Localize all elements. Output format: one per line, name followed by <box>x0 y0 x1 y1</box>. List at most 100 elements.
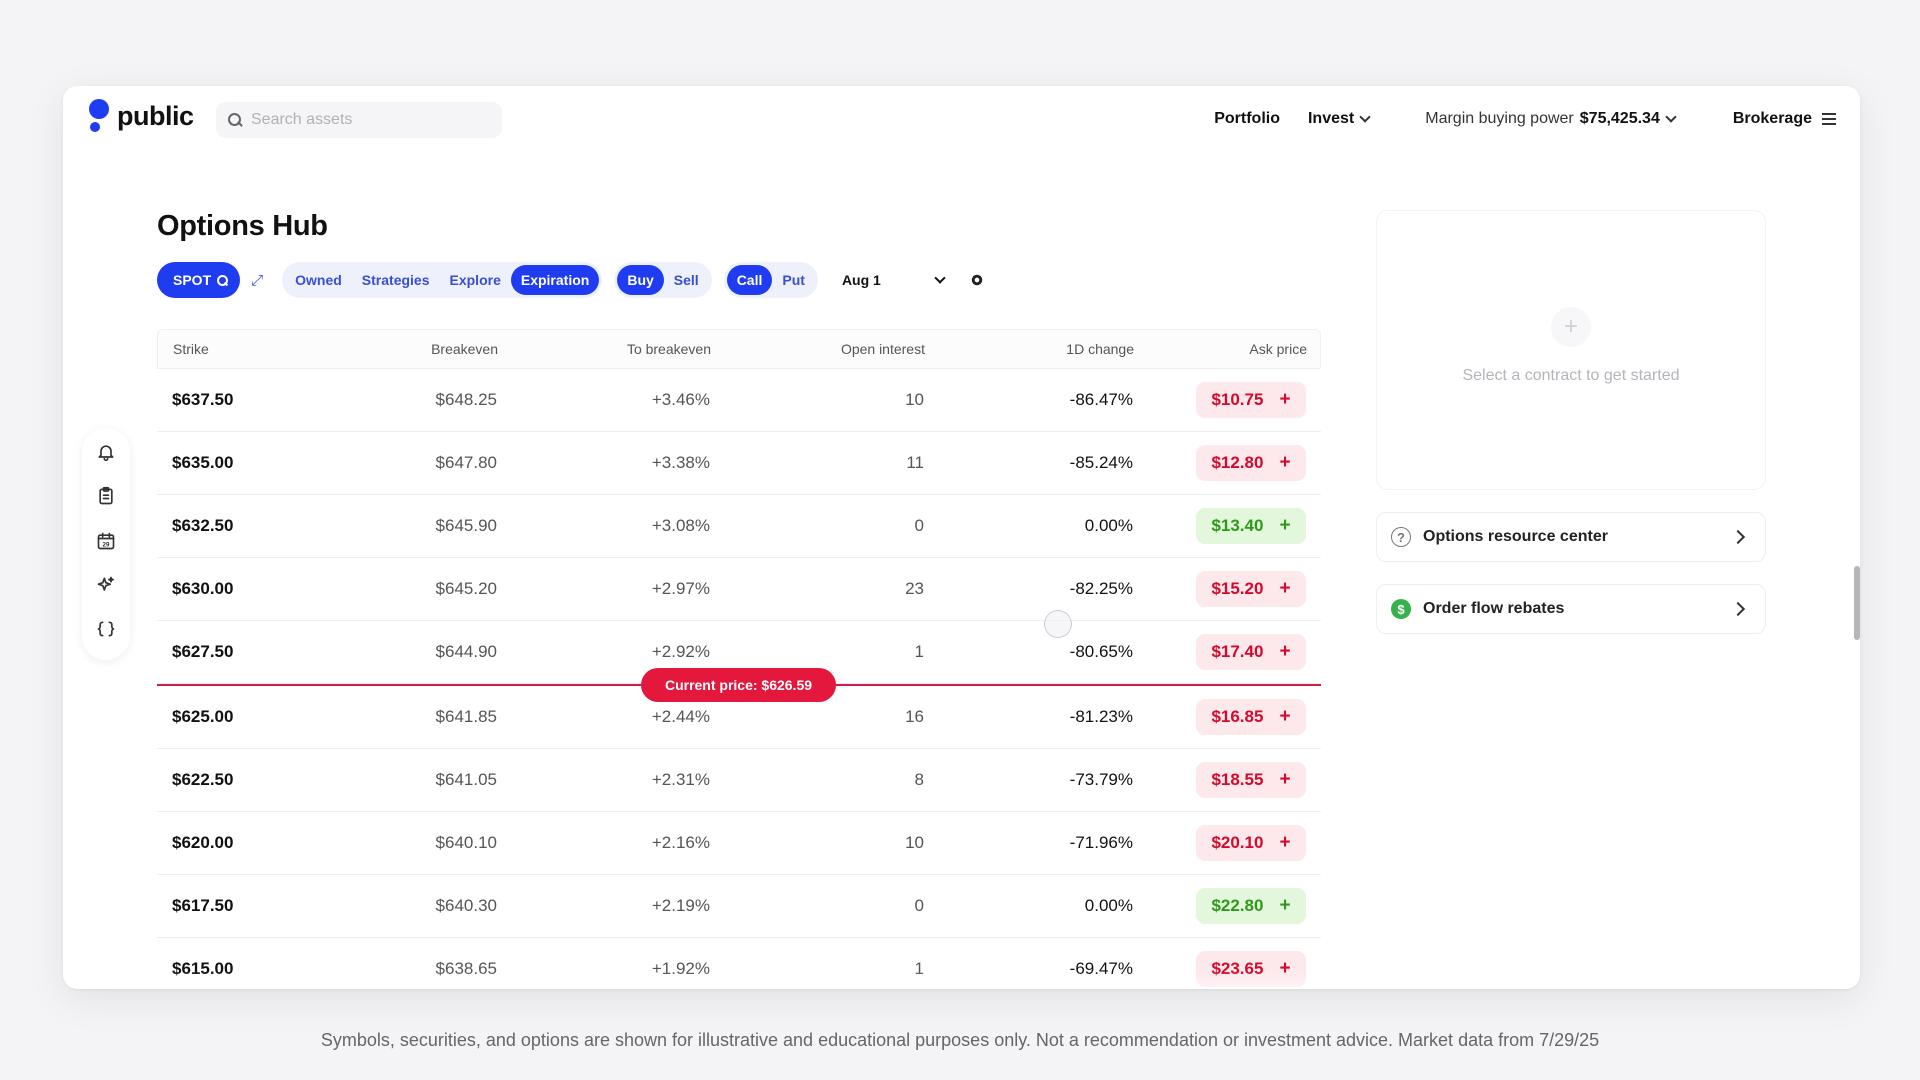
open-interest-cell: 10 <box>905 390 924 409</box>
ask-price-button[interactable]: $10.75 + <box>1196 382 1306 418</box>
strike-cell: $615.00 <box>172 959 234 978</box>
plus-icon: + <box>1279 769 1291 790</box>
public-logo[interactable]: public <box>89 99 194 133</box>
table-header: Strike Breakeven To breakeven Open inter… <box>157 329 1321 369</box>
strike-cell: $630.00 <box>172 579 234 598</box>
table-row[interactable]: $632.50 $645.90 +3.08% 0 0.00% $13.40 + <box>157 495 1321 558</box>
tab-strategies[interactable]: Strategies <box>352 265 440 295</box>
rail-ai-button[interactable] <box>91 571 121 598</box>
order-flow-rebates-link[interactable]: $ Order flow rebates <box>1376 584 1766 634</box>
table-row[interactable]: $622.50 $641.05 +2.31% 8 -73.79% $18.55 + <box>157 749 1321 812</box>
side-toggle: Buy Sell <box>614 262 712 298</box>
dollar-circle-icon: $ <box>1391 599 1411 619</box>
nav-invest-dropdown[interactable]: Invest <box>1308 110 1371 128</box>
breakeven-cell: $648.25 <box>435 390 497 409</box>
ask-cell: $18.55 + <box>1133 762 1306 798</box>
rail-developer-button[interactable] <box>91 616 121 643</box>
change-cell: -71.96% <box>1069 833 1133 852</box>
page-scrollbar[interactable] <box>1854 566 1860 640</box>
column-header-breakeven[interactable]: Breakeven <box>348 341 498 357</box>
call-toggle[interactable]: Call <box>726 265 773 295</box>
gear-icon <box>971 274 983 286</box>
to-breakeven-cell: +3.46% <box>651 390 710 409</box>
tab-expiration[interactable]: Expiration <box>510 265 600 295</box>
ask-cell: $12.80 + <box>1133 445 1306 481</box>
sparkle-icon <box>97 576 114 591</box>
search-icon <box>217 274 229 286</box>
ask-price-value: $17.40 <box>1211 642 1264 661</box>
symbol-selector-button[interactable]: SPOT <box>157 262 241 298</box>
expiration-date-select[interactable]: Aug 1 <box>834 262 952 298</box>
logo-text: public <box>117 100 194 131</box>
ask-price-value: $10.75 <box>1211 390 1264 409</box>
table-row[interactable]: $617.50 $640.30 +2.19% 0 0.00% $22.80 + <box>157 875 1321 938</box>
breakeven-cell: $640.30 <box>435 896 497 915</box>
column-header-open-interest[interactable]: Open interest <box>711 341 925 357</box>
current-price-line: Current price: $626.59 <box>157 668 1321 702</box>
ask-price-button[interactable]: $13.40 + <box>1196 508 1306 544</box>
nav-portfolio[interactable]: Portfolio <box>1214 110 1280 128</box>
expand-button[interactable]: ⤢ <box>242 262 272 298</box>
ask-price-button[interactable]: $18.55 + <box>1196 762 1306 798</box>
rows-below-price: $625.00 $641.85 +2.44% 16 -81.23% $16.85 + $622… <box>157 686 1321 989</box>
table-row[interactable]: $630.00 $645.20 +2.97% 23 -82.25% $15.20 + <box>157 558 1321 621</box>
brokerage-menu[interactable]: Brokerage <box>1733 110 1836 128</box>
sell-toggle[interactable]: Sell <box>664 265 709 295</box>
ask-price-value: $22.80 <box>1211 896 1264 915</box>
column-header-strike[interactable]: Strike <box>158 341 348 357</box>
put-toggle[interactable]: Put <box>772 265 815 295</box>
options-resource-center-link[interactable]: ? Options resource center <box>1376 512 1766 562</box>
search-input[interactable] <box>251 111 481 129</box>
strike-cell: $632.50 <box>172 516 234 535</box>
rail-alerts-button[interactable] <box>91 438 121 465</box>
ask-price-button[interactable]: $15.20 + <box>1196 571 1306 607</box>
ask-price-button[interactable]: $20.10 + <box>1196 825 1306 861</box>
ask-cell: $23.65 + <box>1133 951 1306 987</box>
change-cell: -86.47% <box>1069 390 1133 409</box>
table-row[interactable]: $635.00 $647.80 +3.38% 11 -85.24% $12.80 + <box>157 432 1321 495</box>
rail-calendar-button[interactable]: 29 <box>91 527 121 554</box>
disclaimer-text: Symbols, securities, and options are sho… <box>320 1030 1600 1050</box>
buy-toggle[interactable]: Buy <box>617 265 664 295</box>
ask-price-button[interactable]: $23.65 + <box>1196 951 1306 987</box>
ask-price-button[interactable]: $17.40 + <box>1196 634 1306 670</box>
help-circle-icon: ? <box>1391 527 1411 547</box>
clipboard-icon <box>99 486 113 505</box>
tab-owned[interactable]: Owned <box>285 265 352 295</box>
breakeven-cell: $647.80 <box>435 453 497 472</box>
column-header-ask-price[interactable]: Ask price <box>1134 341 1307 357</box>
strike-cell: $637.50 <box>172 390 234 409</box>
strike-cell: $617.50 <box>172 896 234 915</box>
settings-button[interactable] <box>962 262 992 298</box>
contract-detail-card: + Select a contract to get started <box>1376 210 1766 490</box>
to-breakeven-cell: +2.31% <box>651 770 710 789</box>
column-header-to-breakeven[interactable]: To breakeven <box>498 341 711 357</box>
breakeven-cell: $641.05 <box>435 770 497 789</box>
view-tabs: Owned Strategies Explore Expiration <box>282 262 603 298</box>
ask-price-button[interactable]: $16.85 + <box>1196 699 1306 735</box>
open-interest-cell: 1 <box>914 642 924 661</box>
table-row[interactable]: $615.00 $638.65 +1.92% 1 -69.47% $23.65 + <box>157 938 1321 989</box>
rail-orders-button[interactable] <box>91 482 121 509</box>
plus-icon: + <box>1279 958 1291 979</box>
margin-buying-power-dropdown[interactable]: Margin buying power $75,425.34 <box>1425 110 1677 128</box>
column-header-1d-change[interactable]: 1D change <box>925 341 1134 357</box>
order-flow-label: Order flow rebates <box>1423 600 1565 617</box>
plus-icon: + <box>1279 641 1291 662</box>
table-row[interactable]: $620.00 $640.10 +2.16% 10 -71.96% $20.10 + <box>157 812 1321 875</box>
ask-price-button[interactable]: $12.80 + <box>1196 445 1306 481</box>
tab-explore[interactable]: Explore <box>440 265 511 295</box>
to-breakeven-cell: +3.08% <box>651 516 710 535</box>
search-bar[interactable] <box>216 102 502 138</box>
logo-mark-icon <box>89 99 109 133</box>
margin-value: $75,425.34 <box>1579 110 1660 127</box>
rows-above-price: $637.50 $648.25 +3.46% 10 -86.47% $10.75 + $635… <box>157 369 1321 684</box>
chevron-right-icon <box>1730 601 1746 617</box>
margin-label: Margin buying power <box>1425 110 1574 127</box>
chevron-down-icon <box>1665 110 1677 123</box>
ask-price-button[interactable]: $22.80 + <box>1196 888 1306 924</box>
breakeven-cell: $645.20 <box>435 579 497 598</box>
bell-icon <box>98 445 114 461</box>
left-tool-rail: 29 <box>82 428 130 660</box>
table-row[interactable]: $637.50 $648.25 +3.46% 10 -86.47% $10.75 + <box>157 369 1321 432</box>
